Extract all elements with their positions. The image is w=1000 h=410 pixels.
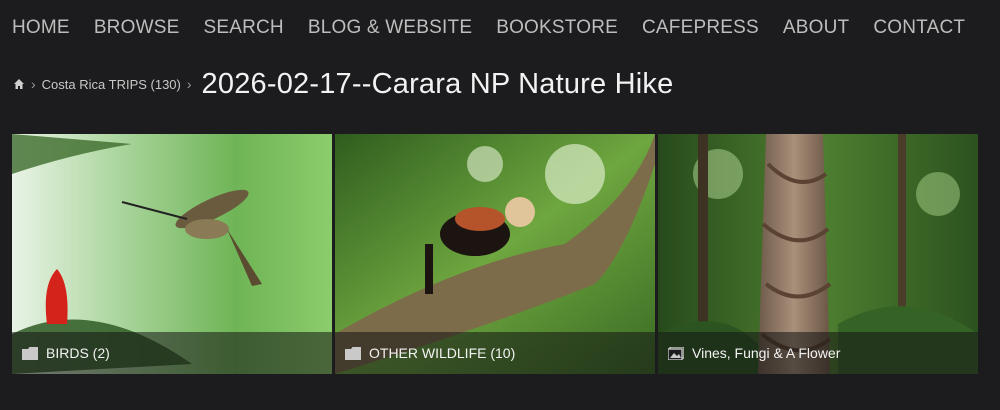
tile-label: BIRDS (2) (46, 345, 110, 361)
nav-cafepress[interactable]: CAFEPRESS (642, 17, 759, 39)
tile-label: OTHER WILDLIFE (10) (369, 345, 516, 361)
nav-blog-website[interactable]: BLOG & WEBSITE (308, 17, 472, 39)
nav-search[interactable]: SEARCH (203, 17, 283, 39)
tile-label: Vines, Fungi & A Flower (692, 345, 841, 361)
breadcrumb: › Costa Rica TRIPS (130) › 2026-02-17--C… (0, 58, 1000, 110)
gallery-icon (668, 346, 684, 360)
gallery-grid: BIRDS (2) OTHER WILDLIFE (10) Vines, Fun… (12, 134, 978, 374)
top-nav: HOME BROWSE SEARCH BLOG & WEBSITE BOOKST… (0, 0, 1000, 56)
folder-icon (345, 346, 361, 360)
gallery-tile-other-wildlife[interactable]: OTHER WILDLIFE (10) (335, 134, 655, 374)
nav-about[interactable]: ABOUT (783, 17, 849, 39)
tile-caption: BIRDS (2) (12, 332, 332, 374)
nav-browse[interactable]: BROWSE (94, 17, 180, 39)
gallery-tile-vines-fungi-flower[interactable]: Vines, Fungi & A Flower (658, 134, 978, 374)
breadcrumb-separator: › (186, 76, 192, 92)
tile-caption: OTHER WILDLIFE (10) (335, 332, 655, 374)
page-title: 2026-02-17--Carara NP Nature Hike (201, 67, 674, 100)
folder-icon (22, 346, 38, 360)
nav-bookstore[interactable]: BOOKSTORE (496, 17, 618, 39)
home-icon[interactable] (13, 78, 25, 90)
breadcrumb-parent-link[interactable]: Costa Rica TRIPS (130) (42, 77, 181, 92)
gallery-tile-birds[interactable]: BIRDS (2) (12, 134, 332, 374)
tile-caption: Vines, Fungi & A Flower (658, 332, 978, 374)
nav-contact[interactable]: CONTACT (873, 17, 965, 39)
breadcrumb-separator: › (31, 76, 36, 92)
nav-home[interactable]: HOME (12, 17, 70, 39)
